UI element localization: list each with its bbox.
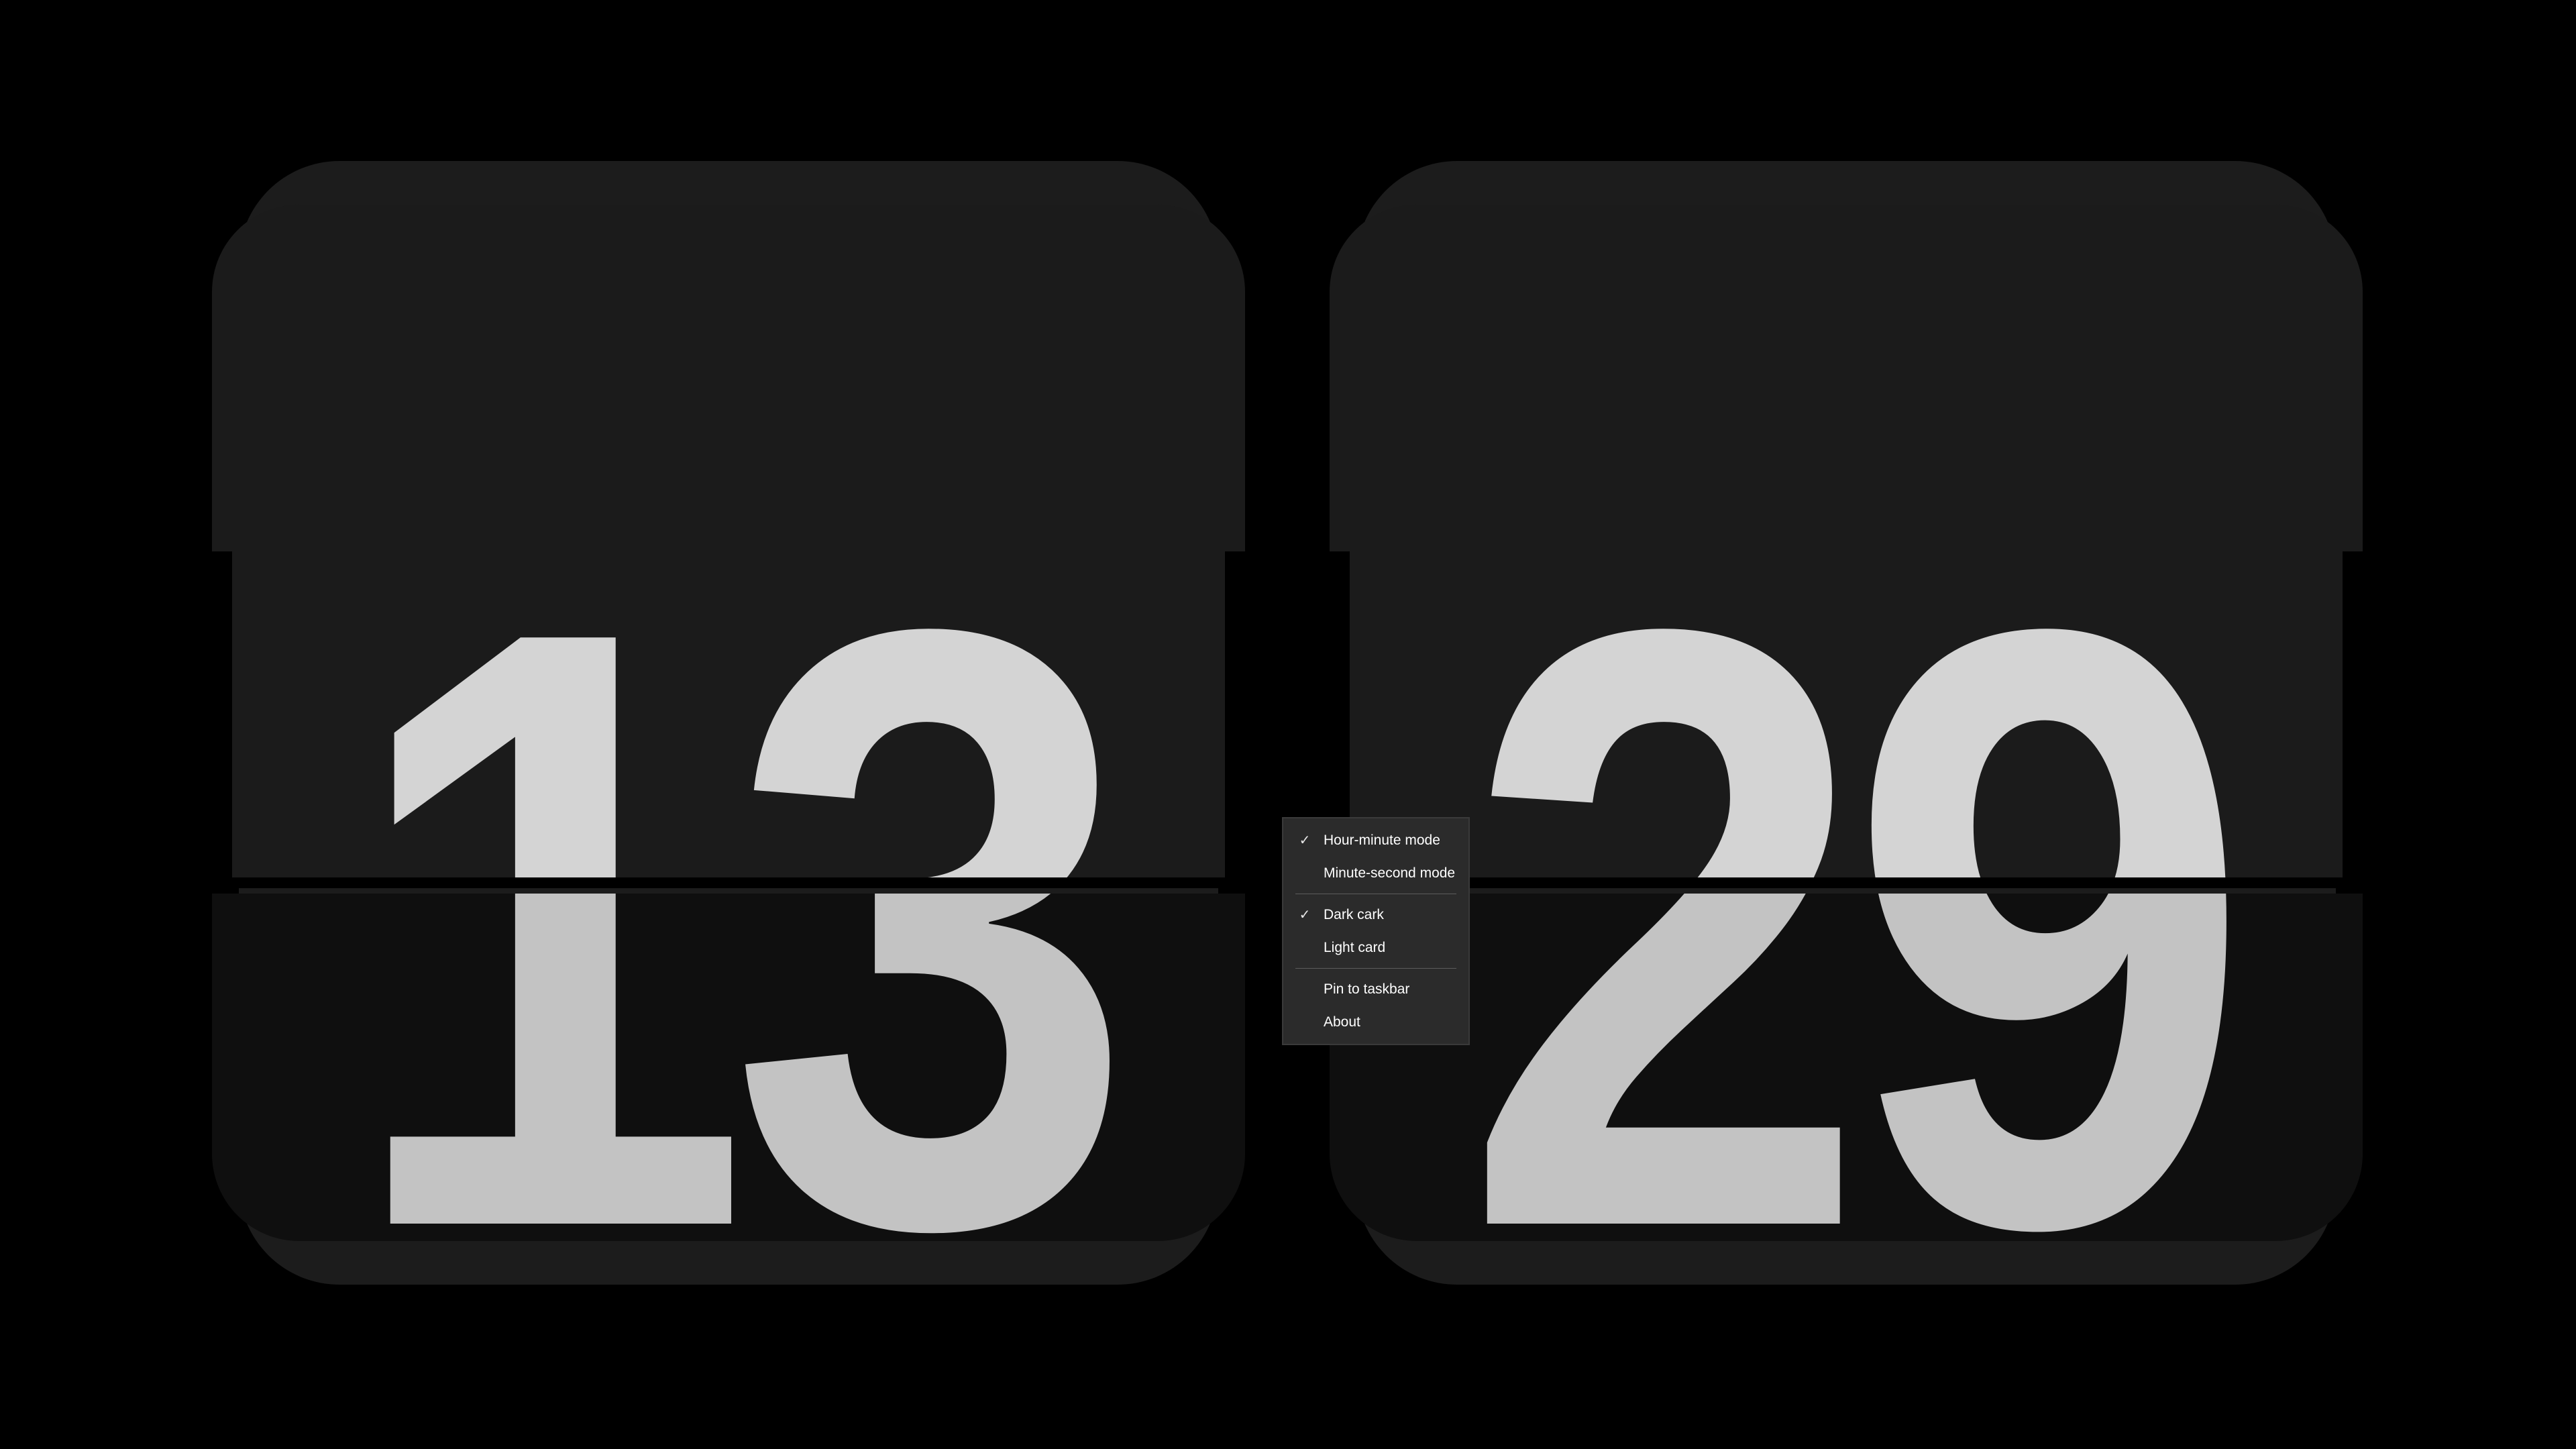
menu-item-minute-second-mode[interactable]: Minute-second mode [1283,857,1468,890]
menu-separator [1295,968,1456,969]
menu-item-label: Pin to taskbar [1324,981,1410,997]
menu-item-label: Light card [1324,940,1386,955]
hours-card-bottom-half: 13 [212,894,1245,1241]
card-hinge-line [232,877,1225,888]
menu-item-light-card[interactable]: Light card [1283,931,1468,964]
minutes-digits-bottom: 29 [1402,894,2290,1241]
checkmark-icon: ✓ [1299,832,1311,848]
menu-item-dark-card[interactable]: ✓ Dark cark [1283,898,1468,931]
menu-item-label: Hour-minute mode [1324,833,1440,848]
menu-item-about[interactable]: About [1283,1006,1468,1038]
menu-item-label: About [1324,1014,1360,1030]
hours-flip-card: 13 13 [212,161,1245,1285]
menu-item-label: Minute-second mode [1324,865,1456,881]
hours-digits-bottom: 13 [284,894,1173,1241]
menu-item-label: Dark cark [1324,907,1384,922]
hours-card-top-half: 13 [212,205,1245,879]
hours-digits-top: 13 [284,503,1173,879]
minutes-digits-top: 29 [1402,503,2290,879]
checkmark-icon: ✓ [1299,906,1311,922]
context-menu: ✓ Hour-minute mode Minute-second mode ✓ … [1282,817,1470,1045]
minutes-flip-card: 29 29 [1330,161,2363,1285]
card-hinge-line [1350,877,2343,888]
menu-item-pin-to-taskbar[interactable]: Pin to taskbar [1283,973,1468,1006]
card-hinge-notch-right [2343,551,2363,894]
card-hinge-notch-right [1225,551,1245,894]
minutes-card-top-half: 29 [1330,205,2363,879]
minutes-card-bottom-half: 29 [1330,894,2363,1241]
menu-item-hour-minute-mode[interactable]: ✓ Hour-minute mode [1283,824,1468,857]
flip-clock-window: 13 13 29 29 ✓ Hour-minute mode Minute-se… [0,0,2576,1449]
card-hinge-notch-left [212,551,232,894]
